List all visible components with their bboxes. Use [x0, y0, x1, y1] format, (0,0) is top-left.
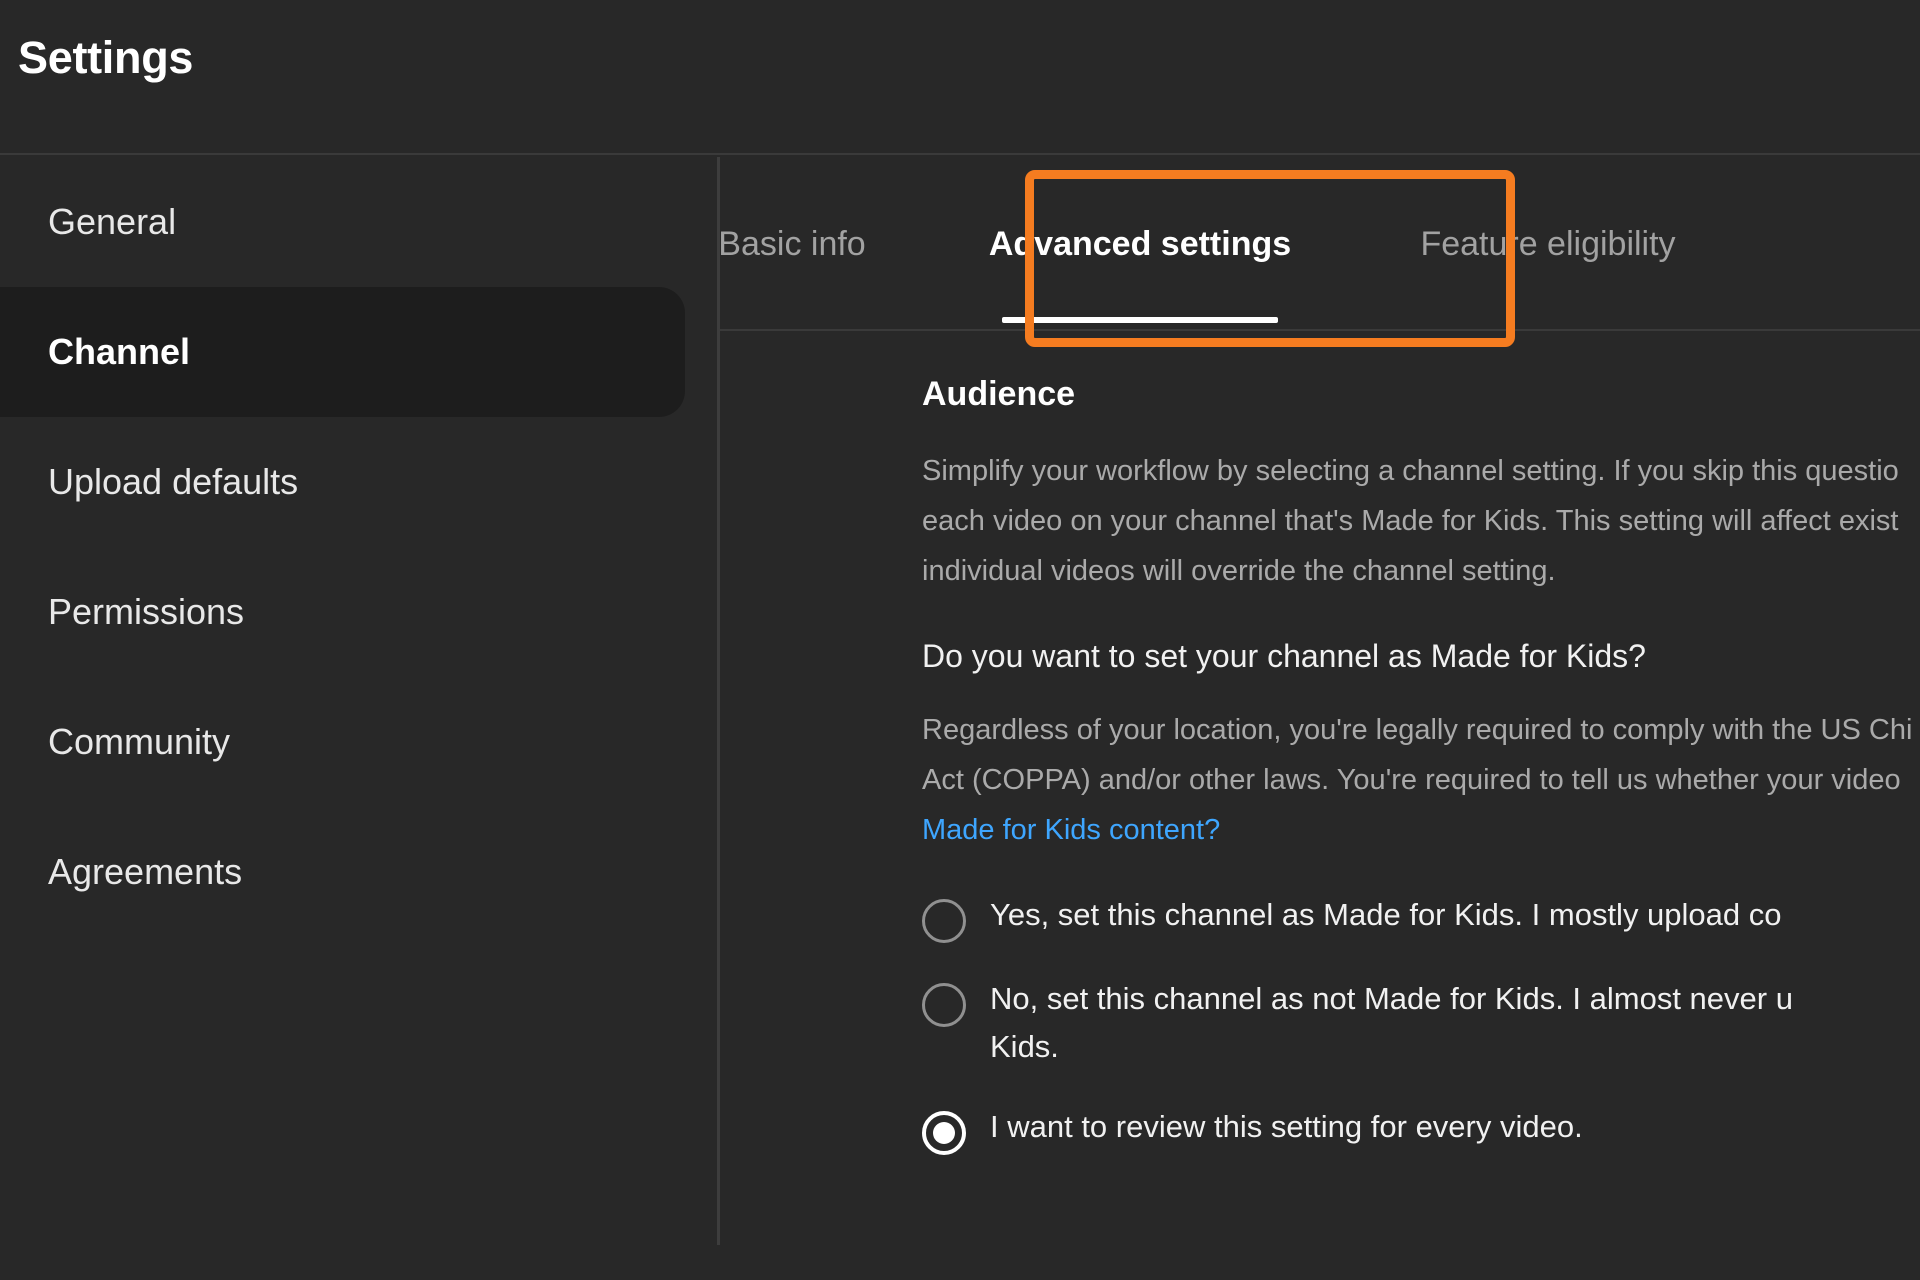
radio-icon-selected[interactable]: [922, 1111, 966, 1155]
coppa-legal-line: Act (COPPA) and/or other laws. You're re…: [922, 764, 1901, 796]
sidebar-item-label: General: [48, 201, 177, 242]
sidebar-nav-list: General Channel Upload defaults Permissi…: [0, 157, 718, 937]
radio-option-label: No, set this channel as not Made for Kid…: [990, 975, 1793, 1071]
radio-option-line: Yes, set this channel as Made for Kids. …: [990, 897, 1782, 932]
settings-sidebar: General Channel Upload defaults Permissi…: [0, 157, 718, 1280]
page-title: Settings: [18, 32, 194, 83]
tab-label: Advanced settings: [988, 224, 1292, 263]
audience-description-line: individual videos will override the chan…: [922, 555, 1556, 587]
sidebar-item-label: Permissions: [48, 591, 245, 632]
sidebar-item-permissions[interactable]: Permissions: [0, 547, 718, 677]
audience-description-line: each video on your channel that's Made f…: [922, 505, 1899, 537]
tab-label: Feature eligibility: [1420, 224, 1676, 263]
audience-section-title: Audience: [922, 375, 1076, 413]
radio-option-line: No, set this channel as not Made for Kid…: [990, 981, 1793, 1016]
settings-content: Basic info Advanced settings Feature eli…: [720, 157, 1920, 1280]
radio-option-yes[interactable]: Yes, set this channel as Made for Kids. …: [922, 891, 1920, 943]
sidebar-item-general[interactable]: General: [0, 157, 718, 287]
tab-feature-eligibility[interactable]: Feature eligibility: [1338, 157, 1758, 331]
tab-advanced-settings[interactable]: Advanced settings: [942, 157, 1338, 331]
audience-description: Simplify your workflow by selecting a ch…: [922, 446, 1920, 596]
coppa-legal-line: Regardless of your location, you're lega…: [922, 714, 1913, 746]
radio-icon[interactable]: [922, 983, 966, 1027]
sidebar-item-upload-defaults[interactable]: Upload defaults: [0, 417, 718, 547]
radio-option-label: Yes, set this channel as Made for Kids. …: [990, 891, 1782, 939]
tab-bar: Basic info Advanced settings Feature eli…: [720, 157, 1920, 347]
sidebar-item-community[interactable]: Community: [0, 677, 718, 807]
sidebar-item-agreements[interactable]: Agreements: [0, 807, 718, 937]
sidebar-item-channel[interactable]: Channel: [0, 287, 685, 417]
radio-option-review-every-video[interactable]: I want to review this setting for every …: [922, 1103, 1920, 1155]
radio-option-label: I want to review this setting for every …: [990, 1103, 1583, 1151]
sidebar-item-label: Upload defaults: [48, 461, 299, 502]
coppa-legal-text: Regardless of your location, you're lega…: [922, 705, 1920, 855]
tab-basic-info[interactable]: Basic info: [720, 157, 942, 331]
made-for-kids-question: Do you want to set your channel as Made …: [922, 638, 1646, 674]
sidebar-item-label: Channel: [48, 331, 191, 372]
tab-label: Basic info: [720, 224, 866, 263]
radio-option-no[interactable]: No, set this channel as not Made for Kid…: [922, 975, 1920, 1071]
page-header: Settings: [0, 0, 1920, 155]
radio-option-line: I want to review this setting for every …: [990, 1109, 1583, 1144]
sidebar-item-label: Agreements: [48, 851, 243, 892]
made-for-kids-radio-group: Yes, set this channel as Made for Kids. …: [922, 891, 1920, 1155]
radio-icon[interactable]: [922, 899, 966, 943]
radio-option-line: Kids.: [990, 1029, 1059, 1064]
advanced-settings-panel: Audience Simplify your workflow by selec…: [720, 331, 1920, 1280]
audience-description-line: Simplify your workflow by selecting a ch…: [922, 455, 1899, 487]
sidebar-item-label: Community: [48, 721, 231, 762]
made-for-kids-content-link[interactable]: Made for Kids content?: [922, 805, 1920, 855]
active-tab-indicator: [1002, 317, 1278, 323]
settings-page: Settings General Channel Upload defaults…: [0, 0, 1920, 1280]
